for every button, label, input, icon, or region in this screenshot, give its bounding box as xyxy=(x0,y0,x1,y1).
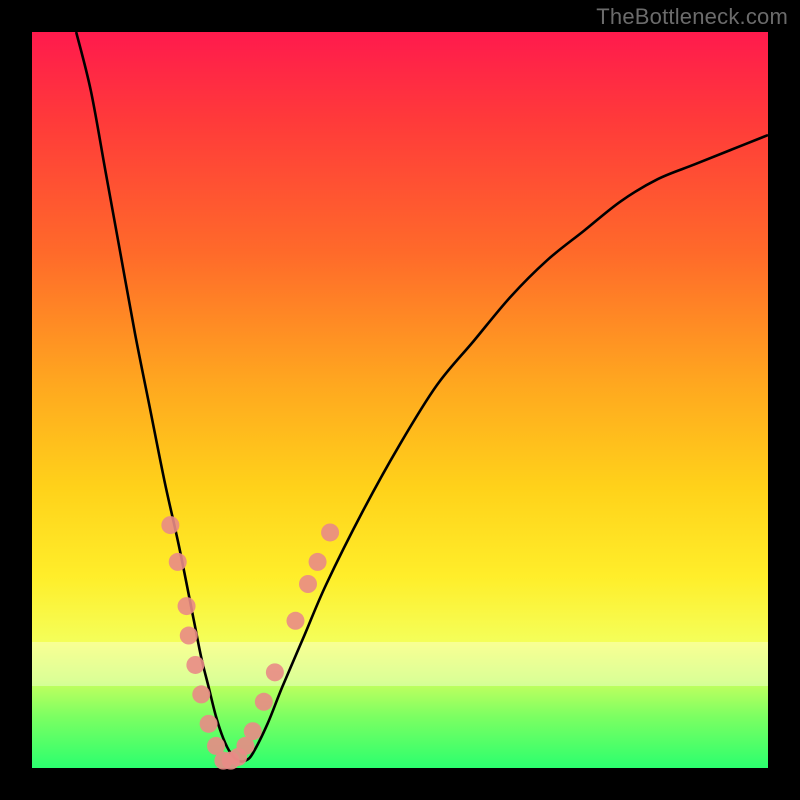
data-marker xyxy=(180,627,198,645)
data-marker xyxy=(286,612,304,630)
data-marker xyxy=(186,656,204,674)
data-marker xyxy=(244,722,262,740)
data-marker xyxy=(266,663,284,681)
data-marker xyxy=(309,553,327,571)
data-marker xyxy=(169,553,187,571)
data-marker xyxy=(161,516,179,534)
watermark-text: TheBottleneck.com xyxy=(596,4,788,30)
chart-frame: TheBottleneck.com xyxy=(0,0,800,800)
plot-area xyxy=(32,32,768,768)
data-marker xyxy=(299,575,317,593)
data-marker xyxy=(200,715,218,733)
data-marker xyxy=(192,685,210,703)
data-marker xyxy=(255,693,273,711)
data-marker xyxy=(178,597,196,615)
curve-line xyxy=(76,32,768,762)
data-marker xyxy=(321,523,339,541)
bottleneck-curve xyxy=(32,32,768,768)
